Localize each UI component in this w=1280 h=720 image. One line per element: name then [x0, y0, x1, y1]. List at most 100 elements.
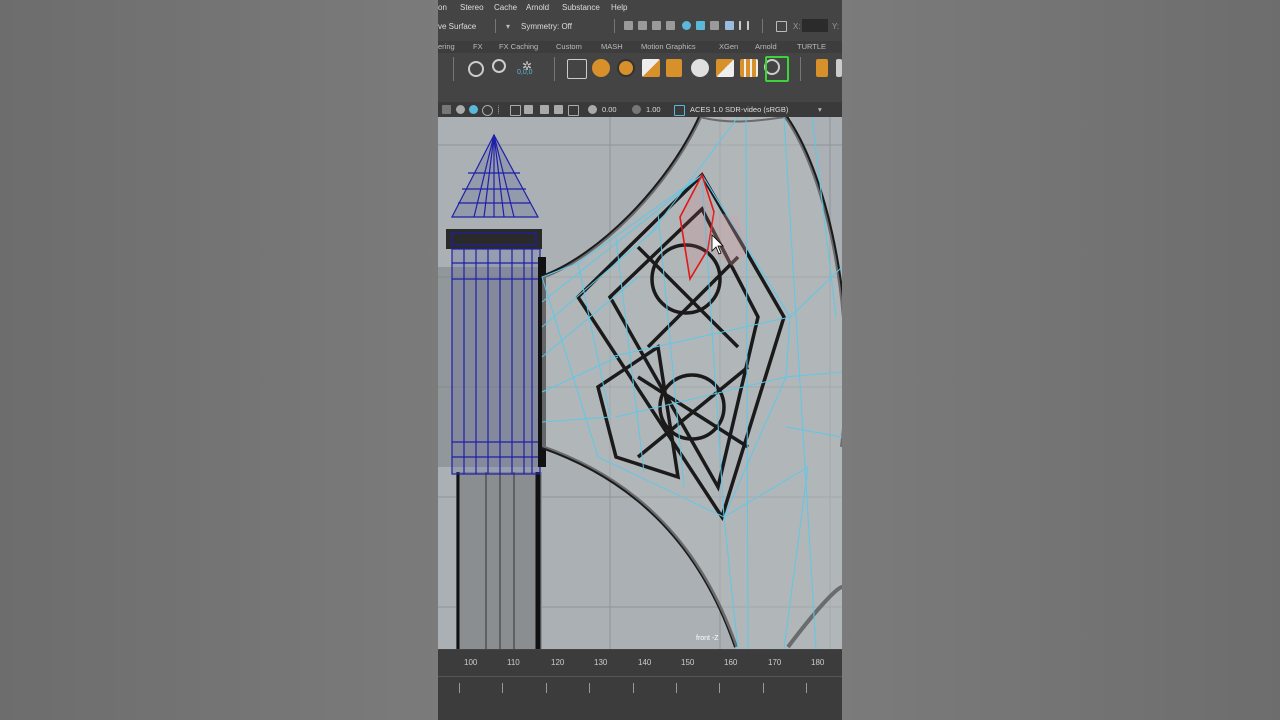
separator	[614, 19, 615, 33]
right-background	[842, 0, 1280, 720]
symmetry-dropdown[interactable]: Symmetry: Off	[521, 20, 572, 33]
unitize-icon[interactable]	[816, 59, 828, 77]
unfold-icon[interactable]	[716, 59, 734, 77]
tab-fx-caching[interactable]: FX Caching	[499, 41, 538, 53]
ipr-icon[interactable]	[652, 21, 661, 30]
frame-label: 170	[768, 658, 782, 667]
smooth-shade-icon[interactable]	[469, 105, 478, 114]
playblast-icon[interactable]	[710, 21, 719, 30]
render-sequence-icon[interactable]	[638, 21, 647, 30]
dropdown-arrow-icon[interactable]: ▾	[818, 102, 822, 117]
shelf: ✲ 0,0,0	[438, 53, 842, 85]
frame-label: 180	[811, 658, 825, 667]
pause-icon[interactable]	[739, 21, 749, 30]
frame-tick	[459, 683, 460, 693]
more-icon[interactable]	[836, 59, 842, 77]
transform-mode-icon[interactable]	[776, 21, 787, 32]
separator	[800, 57, 801, 81]
spike-wireframe	[451, 133, 540, 218]
menu-item-cache[interactable]: Cache	[494, 0, 517, 15]
status-line: ve Surface ▾ Symmetry: Off X: Y:	[438, 15, 842, 37]
frame-tick	[806, 683, 807, 693]
collar-sketch	[446, 229, 542, 249]
live-surface-field[interactable]: ve Surface	[438, 20, 476, 33]
x-label: X:	[793, 22, 801, 31]
frame-tick	[719, 683, 720, 693]
dropdown-arrow-icon[interactable]: ▾	[506, 20, 510, 33]
shelf-tabs: ering FX FX Caching Custom MASH Motion G…	[438, 41, 842, 53]
frame-tick	[676, 683, 677, 693]
separator	[495, 19, 496, 33]
frame-tick	[502, 683, 503, 693]
camera-grid-icon[interactable]	[540, 105, 549, 114]
frame-tick	[763, 683, 764, 693]
hypershade-icon[interactable]	[682, 21, 691, 30]
handle-icon[interactable]	[442, 105, 451, 114]
arnold-render-icon[interactable]	[696, 21, 705, 30]
uv-project-icon[interactable]	[617, 59, 635, 77]
menu-bar: on Stereo Cache Arnold Substance Help	[438, 0, 842, 15]
frame-ticks[interactable]	[438, 676, 842, 695]
frame-label: 130	[594, 658, 608, 667]
frame-label: 120	[551, 658, 565, 667]
y-label: Y:	[832, 22, 840, 31]
frame-ruler: 100 110 120 130 140 150 160 170 180	[438, 658, 842, 672]
separator	[762, 19, 763, 33]
tab-xgen[interactable]: XGen	[719, 41, 738, 53]
frame-label: 100	[464, 658, 478, 667]
tab-turtle[interactable]: TURTLE	[797, 41, 826, 53]
selected-tool-frame-icon[interactable]	[765, 56, 789, 82]
viewport-toolbar: 0.00 1.00 ACES 1.0 SDR-video (sRGB) ▾	[438, 102, 842, 117]
color-management-icon[interactable]	[674, 105, 685, 116]
render-settings-icon[interactable]	[666, 21, 675, 30]
tab-custom[interactable]: Custom	[556, 41, 582, 53]
safe-area-icon[interactable]	[568, 105, 579, 116]
crop-icon[interactable]	[725, 21, 734, 30]
maya-window: on Stereo Cache Arnold Substance Help ve…	[438, 0, 842, 720]
exposure-field[interactable]: 0.00	[602, 102, 617, 117]
menu-item-animation[interactable]: on	[438, 0, 447, 15]
frame-tick	[546, 683, 547, 693]
left-background	[0, 0, 438, 720]
camera-label: front -Z	[696, 635, 719, 642]
reset-transform-label[interactable]: 0,0,0	[517, 69, 533, 76]
separator	[554, 57, 555, 81]
pivot-icon[interactable]	[468, 61, 484, 77]
x-field[interactable]	[802, 19, 828, 32]
viewport-front[interactable]: front -Z	[438, 117, 842, 649]
menu-item-arnold[interactable]: Arnold	[526, 0, 549, 15]
grid-uv-icon[interactable]	[740, 59, 758, 77]
uv-sphere-icon[interactable]	[592, 59, 610, 77]
sew-uv-icon[interactable]	[691, 59, 709, 77]
xray-icon[interactable]	[498, 105, 504, 114]
cut-uv-icon[interactable]	[666, 59, 682, 77]
tab-arnold[interactable]: Arnold	[755, 41, 777, 53]
isolate-icon[interactable]	[482, 105, 493, 116]
tab-fx[interactable]: FX	[473, 41, 483, 53]
layout-uv-icon[interactable]	[642, 59, 660, 77]
ao-icon[interactable]	[510, 105, 521, 116]
menu-item-substance[interactable]: Substance	[562, 0, 600, 15]
gamma-icon[interactable]	[632, 105, 641, 114]
frame-tick	[589, 683, 590, 693]
snap-pivot-icon[interactable]	[492, 59, 506, 73]
tab-motion-graphics[interactable]: Motion Graphics	[641, 41, 696, 53]
handle-wireframe	[451, 248, 541, 475]
uv-grid-icon[interactable]	[567, 59, 587, 79]
tab-mash[interactable]: MASH	[601, 41, 623, 53]
gamma-field[interactable]: 1.00	[646, 102, 661, 117]
shadows-icon[interactable]	[524, 105, 533, 114]
time-slider[interactable]: 100 110 120 130 140 150 160 170 180	[438, 650, 842, 720]
exposure-icon[interactable]	[588, 105, 597, 114]
render-icon[interactable]	[624, 21, 633, 30]
menu-item-help[interactable]: Help	[611, 0, 627, 15]
separator	[453, 57, 454, 81]
viewport-canvas[interactable]	[438, 117, 842, 649]
tab-rendering[interactable]: ering	[438, 41, 455, 53]
wireframe-shaded-icon[interactable]	[456, 105, 465, 114]
colorspace-dropdown[interactable]: ACES 1.0 SDR-video (sRGB)	[690, 102, 788, 117]
frame-label: 150	[681, 658, 695, 667]
resolution-gate-icon[interactable]	[554, 105, 563, 114]
frame-tick	[633, 683, 634, 693]
menu-item-stereo[interactable]: Stereo	[460, 0, 484, 15]
